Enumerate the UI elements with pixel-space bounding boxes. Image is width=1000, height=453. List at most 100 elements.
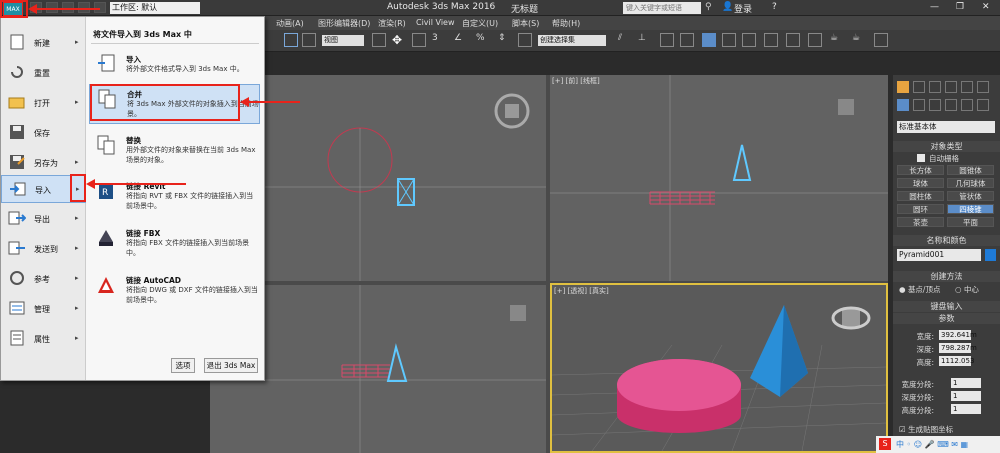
menu-help[interactable]: 帮助(H) xyxy=(552,18,580,29)
display-tab-icon[interactable] xyxy=(961,81,973,93)
named-selection-set-dropdown[interactable]: 创建选择集 xyxy=(538,35,606,46)
menu-properties[interactable]: 属性 ▸ xyxy=(1,327,86,351)
maximize-icon[interactable]: ❐ xyxy=(956,2,964,12)
height-field[interactable]: 1112.053 xyxy=(939,356,974,366)
import-option-link-fbx[interactable]: 链接 FBX 将指向 FBX 文件的链接插入到当前场景中。 xyxy=(89,224,260,264)
creation-method-header[interactable]: 创建方法 xyxy=(893,271,1000,282)
viewport-front-label[interactable]: [+] [前] [线框] xyxy=(552,76,600,86)
ime-status-icons[interactable]: 中 ◦ ☺ 🎤 ⌨ ✉ ▦ xyxy=(896,439,968,450)
menu-civil-view[interactable]: Civil View xyxy=(416,18,455,27)
menu-customize[interactable]: 自定义(U) xyxy=(462,18,498,29)
minimize-icon[interactable]: — xyxy=(930,2,939,12)
viewport-perspective[interactable]: [+] [透视] [真实] xyxy=(550,283,888,453)
percent-snap-icon[interactable]: % xyxy=(476,33,490,47)
shapes-icon[interactable] xyxy=(913,99,925,111)
edit-named-sets-icon[interactable] xyxy=(518,33,532,47)
hierarchy-tab-icon[interactable] xyxy=(929,81,941,93)
menu-open[interactable]: 打开 ▸ xyxy=(1,91,86,115)
schematic-view-icon[interactable] xyxy=(742,33,756,47)
viewport-front[interactable]: [+] [前] [线框] xyxy=(550,75,888,281)
render-frame-icon[interactable] xyxy=(808,33,822,47)
object-color-swatch[interactable] xyxy=(985,249,996,261)
select-object-icon[interactable] xyxy=(284,33,298,47)
move-icon[interactable]: ✥ xyxy=(392,33,406,47)
category-dropdown[interactable]: 标准基本体 xyxy=(897,121,995,133)
create-tab-icon[interactable] xyxy=(897,81,909,93)
width-segs-field[interactable]: 1 xyxy=(951,378,981,388)
angle-snap-icon[interactable]: ∠ xyxy=(454,33,468,47)
teapot-button[interactable]: 茶壶 xyxy=(897,217,944,227)
ime-logo-icon[interactable]: S xyxy=(879,438,891,450)
close-icon[interactable]: ✕ xyxy=(982,2,990,12)
render-production-icon[interactable]: ☕ xyxy=(830,33,844,47)
menu-save[interactable]: 保存 xyxy=(1,121,86,145)
search-icon[interactable]: ⚲ xyxy=(705,2,712,12)
search-input[interactable] xyxy=(623,2,701,14)
torus-button[interactable]: 圆环 xyxy=(897,204,944,214)
pyramid-button[interactable]: 四棱锥 xyxy=(947,204,994,214)
cylinder-button[interactable]: 圆柱体 xyxy=(897,191,944,201)
scene-explorer-icon[interactable] xyxy=(702,33,716,47)
material-editor-icon[interactable] xyxy=(764,33,778,47)
modify-tab-icon[interactable] xyxy=(913,81,925,93)
gen-mapping-checkbox[interactable]: ☑ 生成贴图坐标 xyxy=(899,424,953,435)
snap-toggle-icon[interactable]: 3 xyxy=(432,33,446,47)
space-warps-icon[interactable] xyxy=(977,99,989,111)
sign-in-link[interactable]: 登录 xyxy=(734,2,752,15)
menu-send-to[interactable]: 发送到 ▸ xyxy=(1,237,86,261)
reference-coordinate-dropdown[interactable]: 视图 xyxy=(322,35,364,46)
helpers-icon[interactable] xyxy=(961,99,973,111)
help-icon[interactable]: ? xyxy=(772,2,777,12)
base-apex-radio[interactable]: ● 基点/顶点 xyxy=(899,284,940,295)
curve-editor-icon[interactable] xyxy=(722,33,736,47)
options-button[interactable]: 选项 xyxy=(171,358,195,373)
cameras-icon[interactable] xyxy=(945,99,957,111)
select-by-name-icon[interactable] xyxy=(302,33,316,47)
render-setup-icon[interactable] xyxy=(786,33,800,47)
menu-animation[interactable]: 动画(A) xyxy=(276,18,304,29)
depth-segs-field[interactable]: 1 xyxy=(951,391,981,401)
exit-3dsmax-button[interactable]: 退出 3ds Max xyxy=(204,358,258,373)
workspace-dropdown[interactable]: 工作区: 默认 xyxy=(110,2,200,14)
menu-reset[interactable]: 重置 xyxy=(1,61,86,85)
import-option-link-autocad[interactable]: 链接 AutoCAD 将指向 DWG 或 DXF 文件的链接插入到当前场景中。 xyxy=(89,271,260,311)
width-field[interactable]: 392.641m xyxy=(939,330,977,340)
menu-manage[interactable]: 管理 ▸ xyxy=(1,297,86,321)
menu-reference[interactable]: 参考 ▸ xyxy=(1,267,86,291)
utilities-tab-icon[interactable] xyxy=(977,81,989,93)
name-color-header[interactable]: 名称和颜色 xyxy=(893,235,1000,246)
plane-button[interactable]: 平面 xyxy=(947,217,994,227)
user-icon[interactable]: 👤 xyxy=(722,2,733,12)
menu-rendering[interactable]: 渲染(R) xyxy=(378,18,406,29)
motion-tab-icon[interactable] xyxy=(945,81,957,93)
menu-scripting[interactable]: 脚本(S) xyxy=(512,18,539,29)
spinner-snap-icon[interactable]: ⇕ xyxy=(498,33,512,47)
menu-export[interactable]: 导出 ▸ xyxy=(1,207,86,231)
menu-new[interactable]: 新建 ▸ xyxy=(1,31,86,55)
graphite-ribbon-icon[interactable] xyxy=(680,33,694,47)
viewport-perspective-label[interactable]: [+] [透视] [真实] xyxy=(554,286,609,296)
parameters-header[interactable]: 参数 xyxy=(893,313,1000,324)
import-option-replace[interactable]: 替换 用外部文件的对象来替换在当前 3ds Max 场景的对象。 xyxy=(89,131,260,181)
auto-grid-checkbox[interactable] xyxy=(917,154,925,162)
keyboard-entry-header[interactable]: 键盘输入 xyxy=(893,301,1000,312)
menu-graph-editors[interactable]: 图形编辑器(D) xyxy=(318,18,370,29)
align-icon[interactable]: ⊥ xyxy=(638,33,652,47)
import-option-import[interactable]: 导入 将外部文件格式导入到 3ds Max 中。 xyxy=(89,50,260,84)
object-name-field[interactable]: Pyramid001 xyxy=(897,249,981,261)
height-segs-field[interactable]: 1 xyxy=(951,404,981,414)
geosphere-button[interactable]: 几何球体 xyxy=(947,178,994,188)
render-iterative-icon[interactable]: ☕ xyxy=(852,33,866,47)
box-button[interactable]: 长方体 xyxy=(897,165,944,175)
use-pivot-icon[interactable] xyxy=(372,33,386,47)
depth-field[interactable]: 798.287m xyxy=(939,343,977,353)
object-type-header[interactable]: 对象类型 xyxy=(893,141,1000,152)
ime-toolbar[interactable]: S 中 ◦ ☺ 🎤 ⌨ ✉ ▦ xyxy=(876,436,1000,453)
render-online-icon[interactable] xyxy=(874,33,888,47)
layer-manager-icon[interactable] xyxy=(660,33,674,47)
menu-save-as[interactable]: 另存为 ▸ xyxy=(1,151,86,175)
mirror-icon[interactable]: ⫽ xyxy=(618,33,632,47)
lights-icon[interactable] xyxy=(929,99,941,111)
select-manipulate-icon[interactable] xyxy=(412,33,426,47)
cone-button[interactable]: 圆锥体 xyxy=(947,165,994,175)
